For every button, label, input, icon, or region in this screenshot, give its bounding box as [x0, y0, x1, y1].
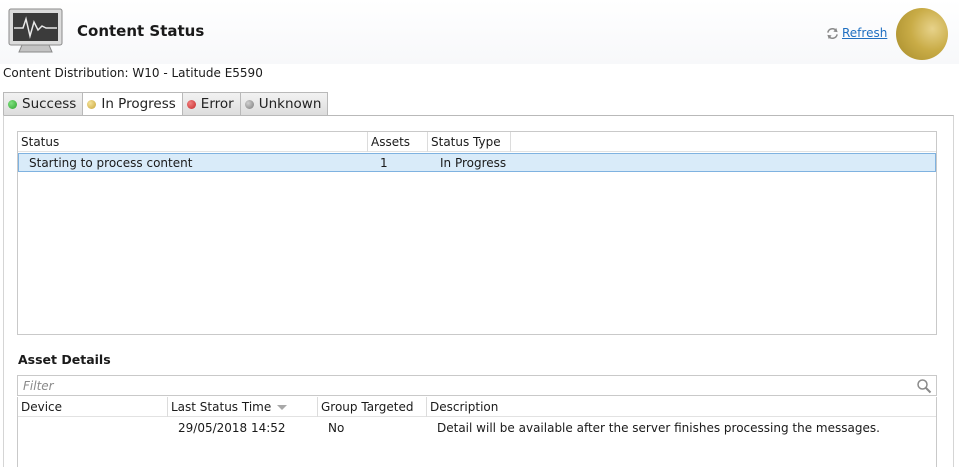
- refresh-icon[interactable]: [826, 27, 839, 40]
- red-dot-icon: [186, 99, 196, 109]
- column-header-group-targeted[interactable]: Group Targeted: [318, 397, 427, 417]
- column-header-last-status-time[interactable]: Last Status Time: [168, 397, 318, 417]
- monitor-pulse-icon: [8, 8, 63, 53]
- cell-description: Detail will be available after the serve…: [437, 421, 880, 435]
- tab-error[interactable]: Error: [181, 92, 240, 116]
- asset-details-title: Asset Details: [18, 352, 111, 367]
- status-grid-header: Status Assets Status Type: [18, 132, 936, 152]
- column-header-label: Last Status Time: [171, 400, 272, 414]
- column-header-device[interactable]: Device: [18, 397, 168, 417]
- search-icon[interactable]: [916, 378, 932, 394]
- cell-assets: 1: [380, 155, 388, 170]
- page-title: Content Status: [77, 22, 205, 40]
- content-distribution-subtitle: Content Distribution: W10 - Latitude E55…: [3, 66, 263, 80]
- cell-status: Starting to process content: [29, 155, 193, 170]
- tab-label: Error: [200, 96, 234, 112]
- column-header-status-type[interactable]: Status Type: [428, 132, 511, 152]
- status-tabs: Success In Progress Error Unknown: [3, 92, 329, 116]
- column-header-status[interactable]: Status: [18, 132, 368, 152]
- tab-in-progress[interactable]: In Progress: [82, 92, 182, 116]
- asset-details-grid: Device Last Status Time Group Targeted D…: [17, 397, 937, 467]
- asset-grid-header: Device Last Status Time Group Targeted D…: [18, 397, 936, 417]
- table-row[interactable]: 29/05/2018 14:52 No Detail will be avail…: [18, 419, 936, 437]
- filter-input[interactable]: [18, 376, 898, 395]
- avatar[interactable]: [896, 8, 948, 60]
- column-header-description[interactable]: Description: [427, 397, 936, 417]
- green-dot-icon: [8, 99, 17, 109]
- tab-success[interactable]: Success: [3, 92, 83, 116]
- gray-dot-icon: [244, 99, 254, 109]
- tab-unknown[interactable]: Unknown: [239, 92, 329, 116]
- column-header-spacer: [511, 132, 936, 152]
- table-row[interactable]: Starting to process content 1 In Progres…: [18, 153, 936, 172]
- cell-last-status-time: 29/05/2018 14:52: [178, 421, 286, 435]
- cell-status-type: In Progress: [440, 155, 507, 170]
- status-grid: Status Assets Status Type Starting to pr…: [17, 131, 937, 335]
- tab-label: Success: [22, 96, 77, 112]
- column-header-assets[interactable]: Assets: [368, 132, 428, 152]
- tab-label: In Progress: [101, 96, 176, 112]
- filter-bar: [17, 375, 937, 396]
- header-bar: Content Status Refresh: [0, 0, 959, 64]
- refresh-link[interactable]: Refresh: [842, 26, 887, 40]
- refresh-control[interactable]: Refresh: [826, 26, 887, 40]
- yellow-dot-icon: [87, 99, 97, 109]
- cell-group-targeted: No: [328, 421, 345, 435]
- sort-desc-icon: [277, 405, 288, 410]
- tab-label: Unknown: [258, 96, 322, 112]
